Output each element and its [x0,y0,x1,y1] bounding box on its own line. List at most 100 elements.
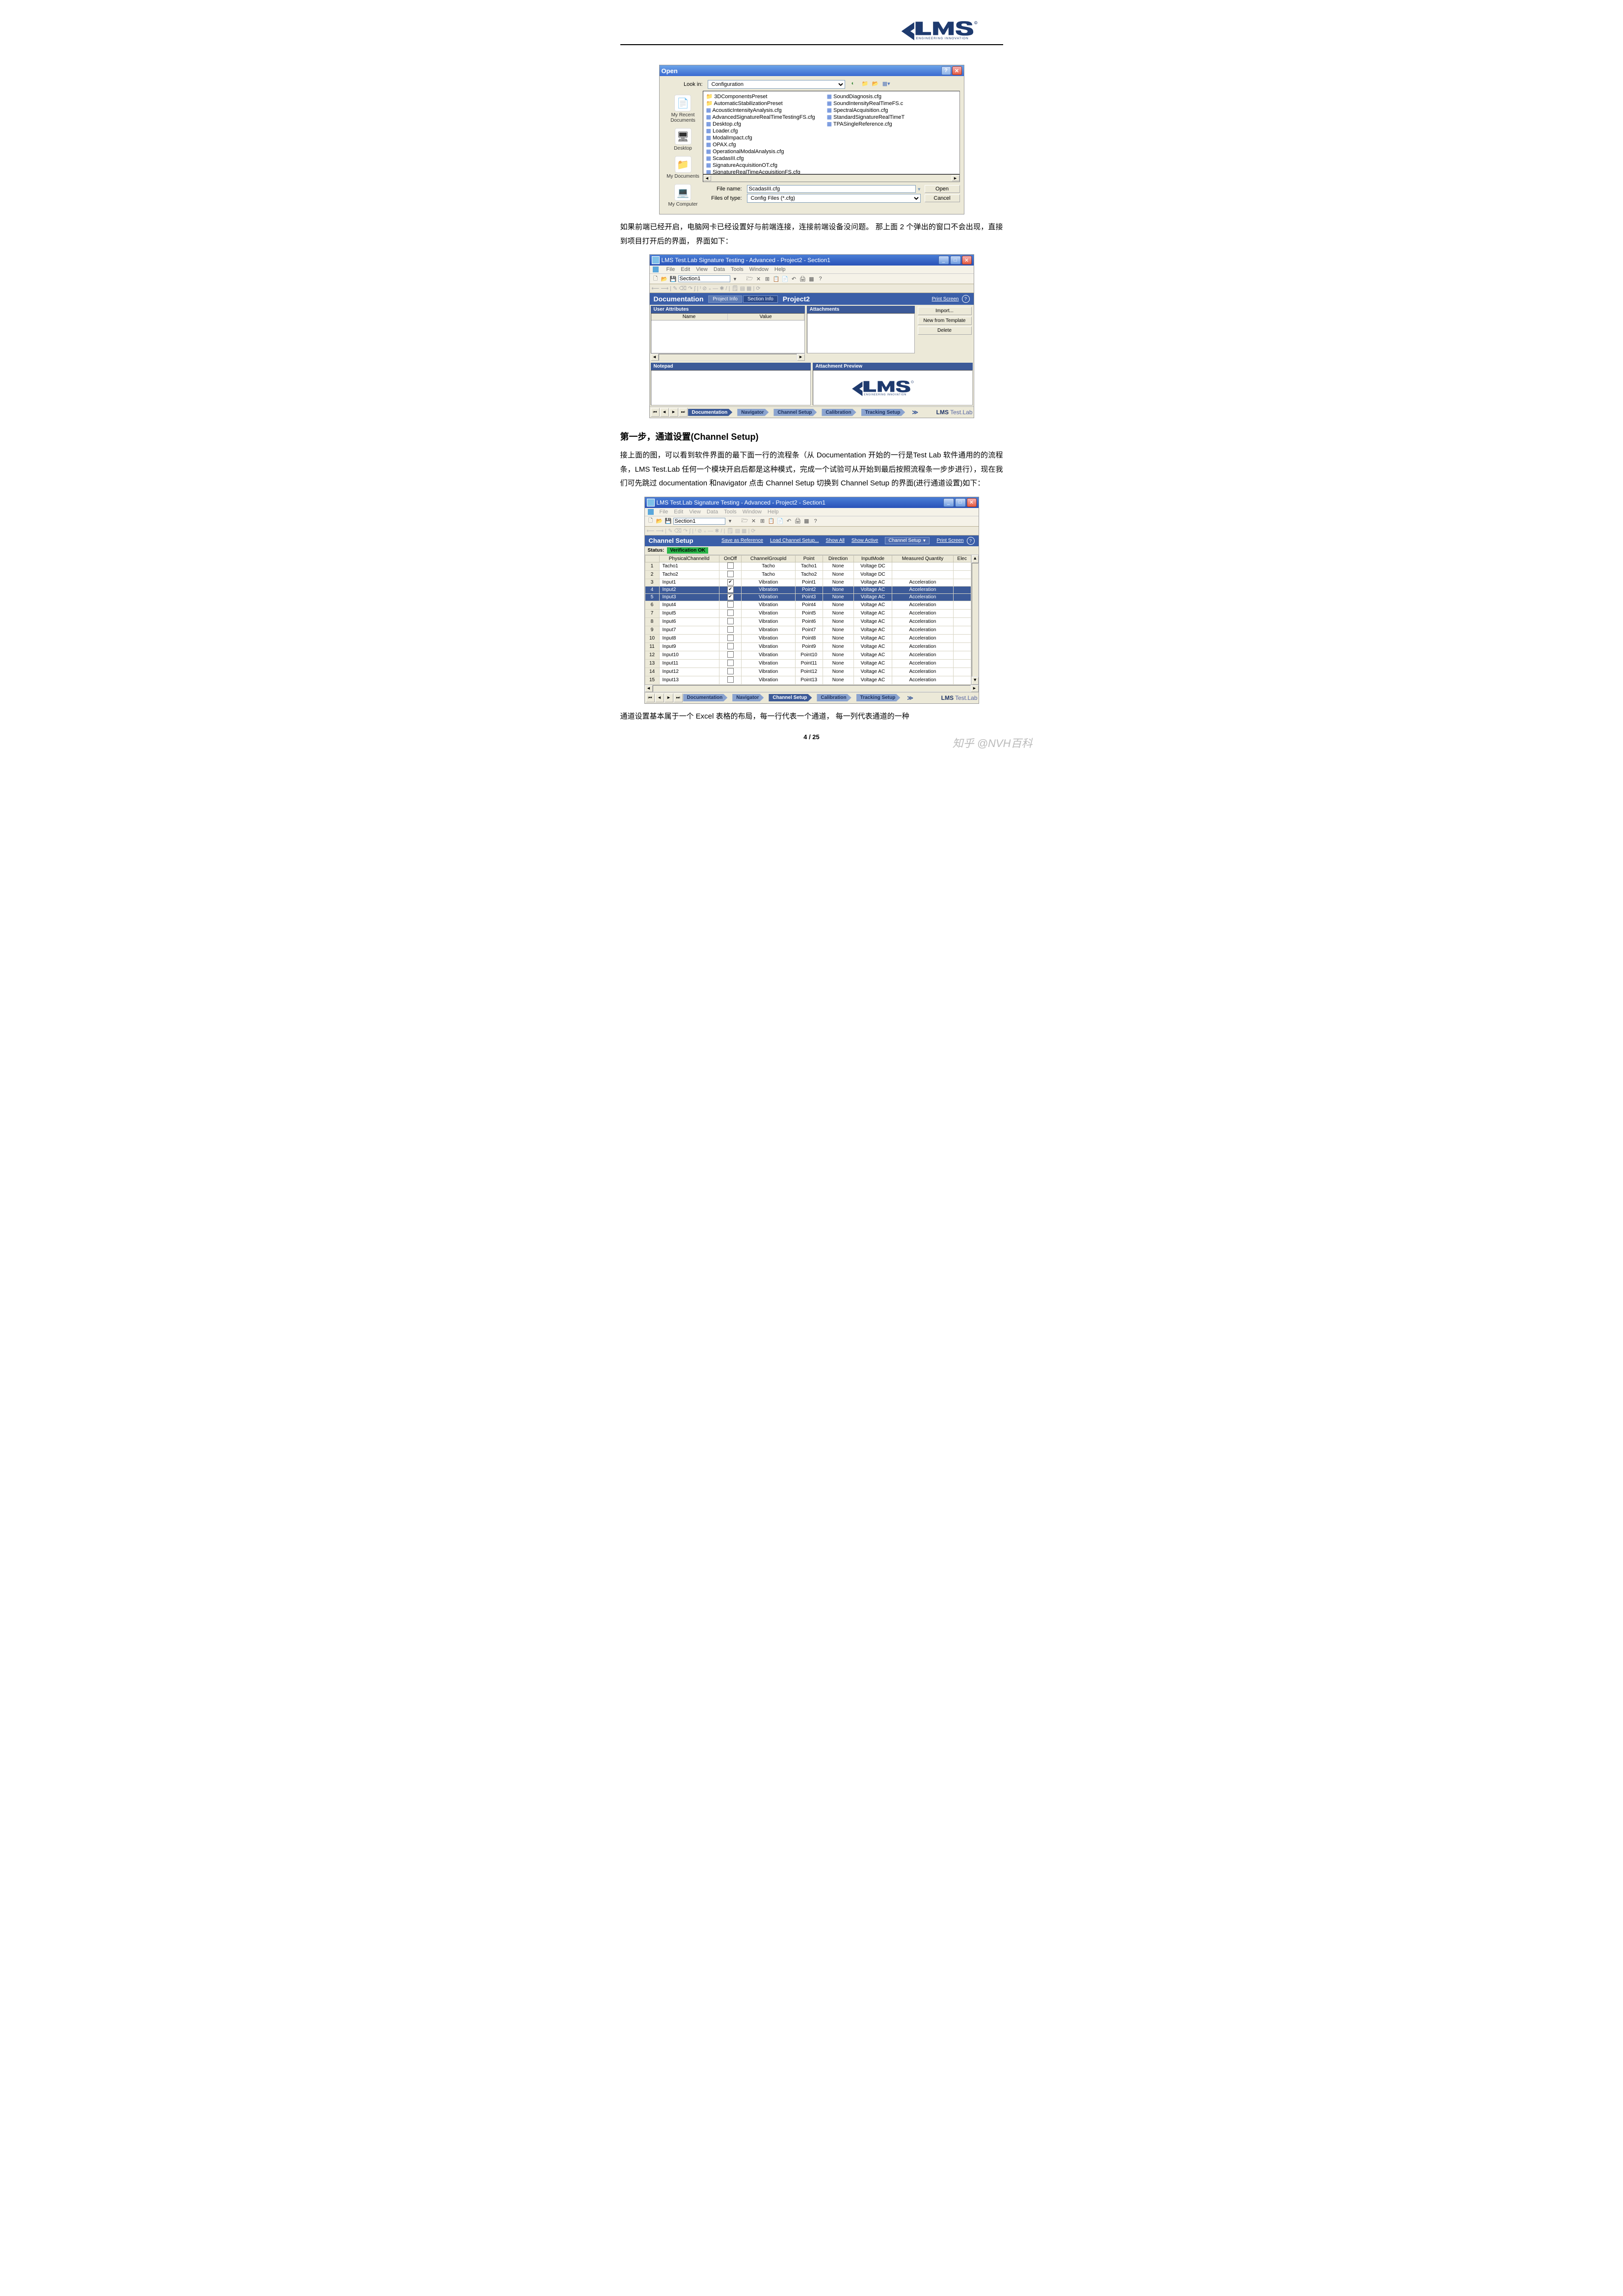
notepad-pane[interactable] [651,370,811,405]
col-header[interactable]: OnOff [719,555,742,562]
menu-data[interactable]: Data [707,509,718,515]
new-folder-icon[interactable]: 📂 [872,80,880,88]
place-item[interactable]: 📁My Documents [666,156,699,179]
cancel-button[interactable]: Cancel [925,194,960,202]
save-icon[interactable]: 💾 [669,275,677,283]
step-tracking-setup[interactable]: Tracking Setup [861,409,905,416]
scroll-right-icon[interactable]: ► [952,175,959,181]
maximize-icon[interactable]: □ [955,498,966,507]
scroll-up-icon[interactable]: ▲ [972,555,979,563]
print-icon[interactable]: 🖨 [799,275,807,283]
place-item[interactable]: 🖥Desktop [674,128,692,151]
explorer-icon[interactable]: 🗁 [746,275,754,283]
nav-next-icon[interactable]: ► [665,694,673,702]
col-header[interactable]: PhysicalChannelId [659,555,719,562]
data-icon[interactable]: ⊞ [764,275,772,283]
table-row[interactable]: 4Input2✔VibrationPoint2NoneVoltage ACAcc… [645,586,971,593]
table-row[interactable]: 2Tacho2TachoTacho2NoneVoltage DC [645,570,971,579]
table-row[interactable]: 13Input11VibrationPoint11NoneVoltage ACA… [645,659,971,667]
userattr-hscroll[interactable]: ◄► [651,353,805,361]
scroll-down-icon[interactable]: ▼ [972,677,979,685]
menu-tools[interactable]: Tools [724,509,737,515]
nav-prev-icon[interactable]: ◄ [660,408,669,417]
file-item[interactable]: 📁 3DComponentsPreset [706,93,815,100]
views-icon[interactable]: ▦▾ [882,80,890,88]
table-row[interactable]: 8Input6VibrationPoint6NoneVoltage ACAcce… [645,617,971,626]
delete-icon[interactable]: ✕ [755,275,763,283]
table-hscroll[interactable]: ◄► [645,685,979,692]
menu-window[interactable]: Window [743,509,762,515]
help-circle-icon[interactable]: ? [962,295,970,303]
nav-last-icon[interactable]: ⏭ [674,694,683,702]
col-header[interactable]: InputMode [853,555,892,562]
file-item[interactable]: ▦ SignatureRealTimeAcquisitionFS.cfg [706,169,815,174]
minimize-icon[interactable]: _ [943,498,954,507]
menu-edit[interactable]: Edit [674,509,683,515]
step-navigator[interactable]: Navigator [737,409,769,416]
menu-view[interactable]: View [689,509,701,515]
tab-section-info[interactable]: Section Info [743,295,778,303]
col-header[interactable]: Direction [823,555,853,562]
show-all-link[interactable]: Show All [826,538,845,543]
undo-icon[interactable]: ↶ [790,275,798,283]
undo-icon[interactable]: ↶ [785,517,793,525]
filename-dropdown-icon[interactable]: ▾ [918,186,921,192]
open-button[interactable]: Open [925,185,960,193]
step-documentation[interactable]: Documentation [688,409,733,416]
copy-icon[interactable]: 📋 [768,517,775,525]
nav-next-icon[interactable]: ► [669,408,678,417]
table-row[interactable]: 1Tacho1TachoTacho1NoneVoltage DC [645,562,971,570]
col-header[interactable]: Elec [953,555,971,562]
nav-first-icon[interactable]: ⏮ [651,408,660,417]
step-tracking-setup[interactable]: Tracking Setup [856,694,901,701]
data-icon[interactable]: ⊞ [759,517,767,525]
copy-icon[interactable]: 📋 [772,275,780,283]
options-icon[interactable]: ▦ [803,517,811,525]
file-list[interactable]: 📁 3DComponentsPreset📁 AutomaticStabiliza… [703,91,960,174]
table-row[interactable]: 5Input3✔VibrationPoint3NoneVoltage ACAcc… [645,593,971,601]
new-from-template-button[interactable]: New from Template [918,317,972,325]
place-item[interactable]: 📄My Recent Documents [670,95,695,123]
save-icon[interactable]: 💾 [665,517,672,525]
step-calibration[interactable]: Calibration [822,409,856,416]
explorer-icon[interactable]: 🗁 [741,517,749,525]
col-header[interactable] [645,555,659,562]
channel-setup-dropdown[interactable]: Channel Setup▼ [885,537,930,544]
file-item[interactable]: ▦ TPASingleReference.cfg [827,121,905,127]
file-item[interactable]: 📁 AutomaticStabilizationPreset [706,100,815,107]
menu-window[interactable]: Window [749,267,769,272]
save-as-reference-link[interactable]: Save as Reference [721,538,763,543]
minimize-icon[interactable]: _ [938,256,949,265]
more-steps-icon[interactable]: ≫ [912,409,918,416]
print-screen-link[interactable]: Print Screen [936,538,963,543]
place-item[interactable]: 💻My Computer [668,184,697,207]
help-circle-icon[interactable]: ? [967,537,975,545]
step-channel-setup[interactable]: Channel Setup [773,409,817,416]
table-row[interactable]: 12Input10VibrationPoint10NoneVoltage ACA… [645,651,971,659]
col-header[interactable]: ChannelGroupId [742,555,795,562]
table-row[interactable]: 9Input7VibrationPoint7NoneVoltage ACAcce… [645,626,971,634]
help-icon[interactable]: ? [817,275,825,283]
new-icon[interactable]: 🗋 [652,275,660,283]
file-item[interactable]: ▦ SignatureAcquisitionOT.cfg [706,162,815,168]
menu-file[interactable]: File [660,509,668,515]
load-channel-setup-link[interactable]: Load Channel Setup... [770,538,819,543]
open-icon[interactable]: 📂 [661,275,668,283]
file-item[interactable]: ▦ SoundIntensityRealTimeFS.c [827,100,905,107]
file-item[interactable]: ▦ Desktop.cfg [706,121,815,127]
table-row[interactable]: 15Input13VibrationPoint13NoneVoltage ACA… [645,676,971,684]
show-active-link[interactable]: Show Active [851,538,878,543]
menu-tools[interactable]: Tools [731,267,744,272]
scroll-left-icon[interactable]: ◄ [703,175,711,181]
file-item[interactable]: ▦ ModalImpact.cfg [706,134,815,141]
step-channel-setup[interactable]: Channel Setup [769,694,812,701]
file-item[interactable]: ▦ StandardSignatureRealTimeT [827,114,905,120]
paste-icon[interactable]: 📄 [781,275,789,283]
menu-help[interactable]: Help [768,509,779,515]
file-item[interactable]: ▦ AdvancedSignatureRealTimeTestingFS.cfg [706,114,815,120]
lookin-select[interactable]: Configuration [708,80,845,89]
file-item[interactable]: ▦ Loader.cfg [706,128,815,134]
dropdown-icon[interactable]: ▾ [731,275,739,283]
import-button[interactable]: Import... [918,307,972,315]
menu-file[interactable]: File [666,267,675,272]
